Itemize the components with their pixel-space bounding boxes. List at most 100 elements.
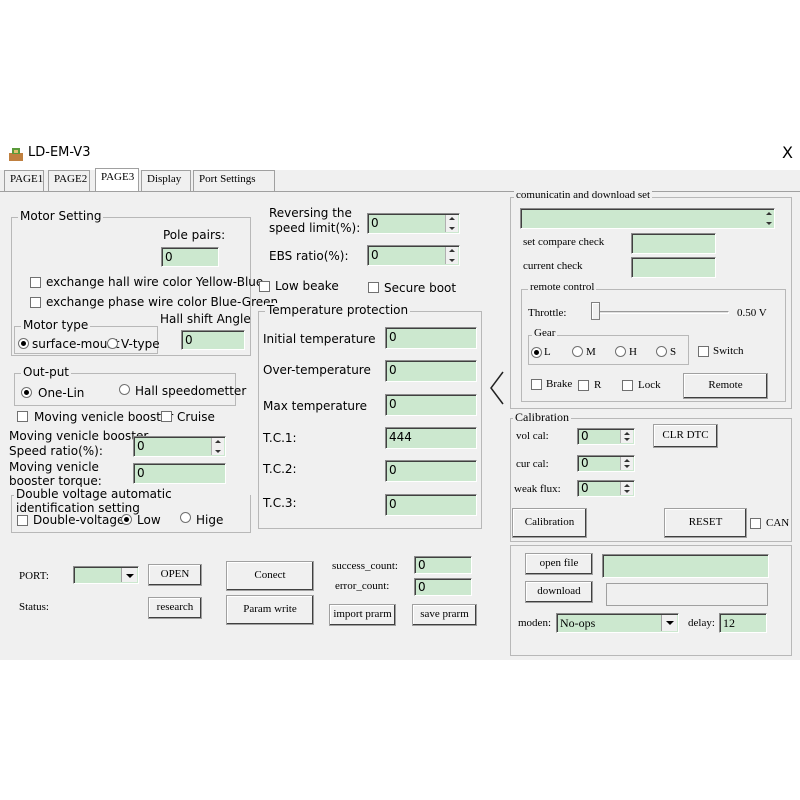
brake-checkbox[interactable]: [531, 379, 542, 390]
tab-display[interactable]: Display: [141, 170, 191, 192]
low-beake-checkbox[interactable]: [259, 281, 270, 292]
max-temperature-input[interactable]: 0: [385, 394, 477, 416]
over-temperature-input[interactable]: 0: [385, 360, 477, 382]
research-button[interactable]: research: [148, 597, 202, 619]
vol-cal-label: vol cal:: [516, 430, 549, 442]
gear-s-radio[interactable]: [656, 346, 667, 357]
clr-dtc-button[interactable]: CLR DTC: [653, 424, 718, 448]
connect-button[interactable]: Conect: [226, 561, 314, 591]
success-count-value: 0: [414, 556, 472, 574]
comm-label: comunicatin and download set: [514, 189, 653, 201]
comm-text-input[interactable]: [520, 208, 775, 229]
tc2-input[interactable]: 0: [385, 460, 477, 482]
calibration-button[interactable]: Calibration: [512, 508, 587, 538]
moden-dropdown-icon[interactable]: [661, 614, 678, 632]
v-type-radio[interactable]: [107, 338, 118, 349]
low-radio[interactable]: [121, 514, 132, 525]
gear-m-radio[interactable]: [572, 346, 583, 357]
r-checkbox[interactable]: [578, 380, 589, 391]
status-label: Status:: [19, 601, 49, 613]
torque-label-1: Moving venicle: [9, 460, 99, 474]
low-label: Low: [137, 513, 161, 527]
error-count-label: error_count:: [335, 580, 390, 592]
reversing-spinner[interactable]: [445, 214, 459, 233]
tab-page2[interactable]: PAGE2: [48, 170, 90, 192]
switch-checkbox[interactable]: [698, 346, 709, 357]
low-beake-label: Low beake: [275, 279, 339, 293]
port-select[interactable]: [73, 566, 139, 584]
remote-button[interactable]: Remote: [683, 373, 768, 399]
cruise-checkbox[interactable]: [161, 411, 172, 422]
tc1-label: T.C.1:: [263, 431, 297, 445]
open-button[interactable]: OPEN: [148, 564, 202, 586]
gear-h-label: H: [629, 346, 637, 358]
throttle-slider[interactable]: [591, 302, 600, 320]
lock-checkbox[interactable]: [622, 380, 633, 391]
surface-mount-radio[interactable]: [18, 338, 29, 349]
cur-cal-label: cur cal:: [516, 458, 549, 470]
double-voltage-label: Double voltage automatic identification …: [14, 487, 250, 515]
tab-page3[interactable]: PAGE3: [95, 168, 139, 192]
title-bar: [0, 136, 800, 170]
vol-cal-input[interactable]: 0: [577, 428, 635, 445]
reversing-label-1: Reversing the: [269, 206, 352, 220]
lock-label: Lock: [638, 379, 661, 391]
weak-flux-label: weak flux:: [514, 483, 561, 495]
cur-cal-input[interactable]: 0: [577, 455, 635, 472]
high-radio[interactable]: [180, 512, 191, 523]
secure-boot-checkbox[interactable]: [368, 282, 379, 293]
tc1-input[interactable]: 444: [385, 427, 477, 449]
tc3-input[interactable]: 0: [385, 494, 477, 516]
current-check-label: current check: [523, 260, 583, 272]
download-button[interactable]: download: [525, 581, 593, 603]
open-file-button[interactable]: open file: [525, 553, 593, 575]
hall-shift-input[interactable]: 0: [181, 330, 245, 350]
motor-type-label: Motor type: [21, 318, 91, 332]
save-param-button[interactable]: save prarm: [412, 604, 477, 626]
max-temperature-label: Max temperature: [263, 399, 368, 413]
close-icon[interactable]: X: [782, 143, 793, 162]
download-progress: [606, 583, 768, 606]
gear-h-radio[interactable]: [615, 346, 626, 357]
collapse-chevron-icon[interactable]: [488, 370, 506, 406]
weak-flux-input[interactable]: 0: [577, 480, 635, 497]
phase-color-label: exchange phase wire color Blue-Green: [46, 295, 279, 309]
gear-m-label: M: [586, 346, 596, 358]
hall-color-checkbox[interactable]: [30, 277, 41, 288]
torque-input[interactable]: 0: [133, 463, 226, 484]
current-check-input[interactable]: [631, 257, 716, 278]
initial-temperature-input[interactable]: 0: [385, 327, 477, 349]
delay-input[interactable]: 12: [719, 613, 767, 633]
tab-page1[interactable]: PAGE1: [4, 170, 44, 192]
ebs-spinner[interactable]: [445, 246, 459, 265]
app-icon: [8, 147, 24, 161]
phase-color-checkbox[interactable]: [30, 297, 41, 308]
pole-pairs-input[interactable]: 0: [161, 247, 219, 267]
moving-booster-checkbox[interactable]: [17, 411, 28, 422]
import-param-button[interactable]: import prarm: [329, 604, 396, 626]
double-voltage-checkbox[interactable]: [17, 515, 28, 526]
throttle-value: 0.50 V: [737, 307, 767, 319]
set-compare-input[interactable]: [631, 233, 716, 254]
speed-ratio-spinner[interactable]: [211, 437, 225, 456]
tab-border: [0, 191, 800, 192]
file-path-input[interactable]: [602, 554, 769, 578]
one-lin-radio[interactable]: [21, 387, 32, 398]
can-checkbox[interactable]: [750, 518, 761, 529]
gear-s-label: S: [670, 346, 677, 358]
tab-port-settings[interactable]: Port Settings: [193, 170, 275, 192]
speed-ratio-label-1: Moving venicle booster: [9, 429, 149, 443]
motor-setting-label: Motor Setting: [18, 209, 104, 223]
remote-control-label: remote control: [528, 281, 597, 293]
secure-boot-label: Secure boot: [384, 281, 457, 295]
gear-l-radio[interactable]: [531, 347, 542, 358]
hall-shift-label: Hall shift Angle: [160, 312, 251, 326]
set-compare-label: set compare check: [523, 236, 605, 248]
gear-l-label: L: [544, 346, 551, 358]
param-write-button[interactable]: Param write: [226, 595, 314, 625]
reset-button[interactable]: RESET: [664, 508, 747, 538]
hall-speedometer-radio[interactable]: [119, 384, 130, 395]
hall-color-label: exchange hall wire color Yellow-Blue: [46, 275, 264, 289]
can-label: CAN: [766, 517, 790, 529]
tc3-label: T.C.3:: [263, 496, 297, 510]
